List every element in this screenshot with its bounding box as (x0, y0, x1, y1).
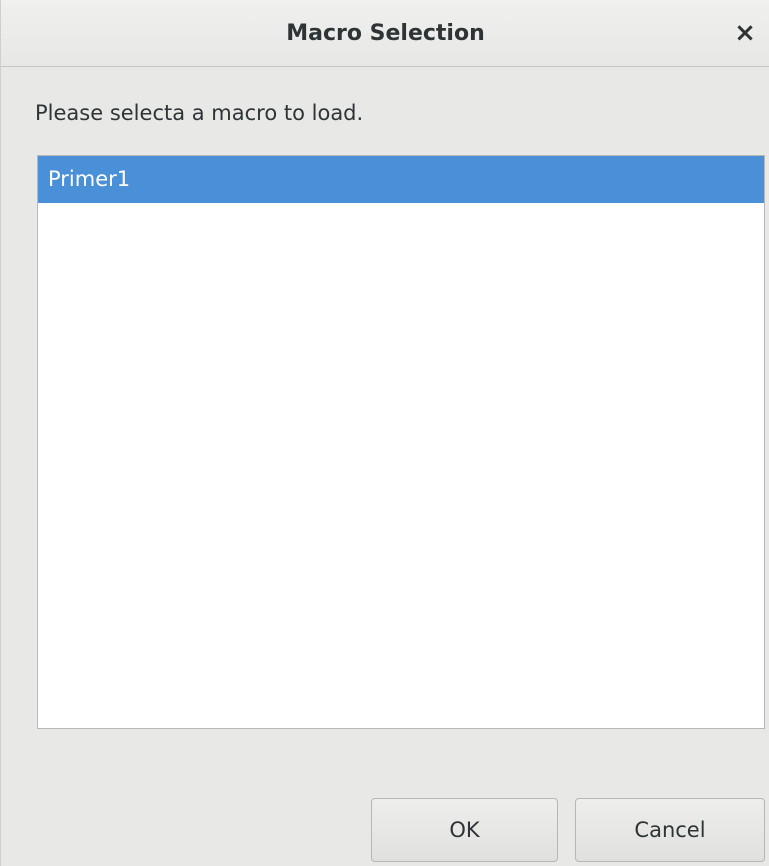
ok-button[interactable]: OK (371, 798, 558, 862)
prompt-label: Please selecta a macro to load. (35, 101, 364, 125)
close-icon[interactable]: × (732, 20, 758, 46)
cancel-button[interactable]: Cancel (575, 798, 765, 862)
title-bar: Macro Selection × (1, 0, 769, 67)
list-item[interactable]: Primer1 (38, 156, 764, 203)
list-item-label: Primer1 (48, 167, 131, 191)
dialog-title: Macro Selection (286, 21, 485, 46)
macro-list[interactable]: Primer1 (37, 155, 765, 729)
macro-selection-dialog: Macro Selection × Please selecta a macro… (0, 0, 769, 866)
